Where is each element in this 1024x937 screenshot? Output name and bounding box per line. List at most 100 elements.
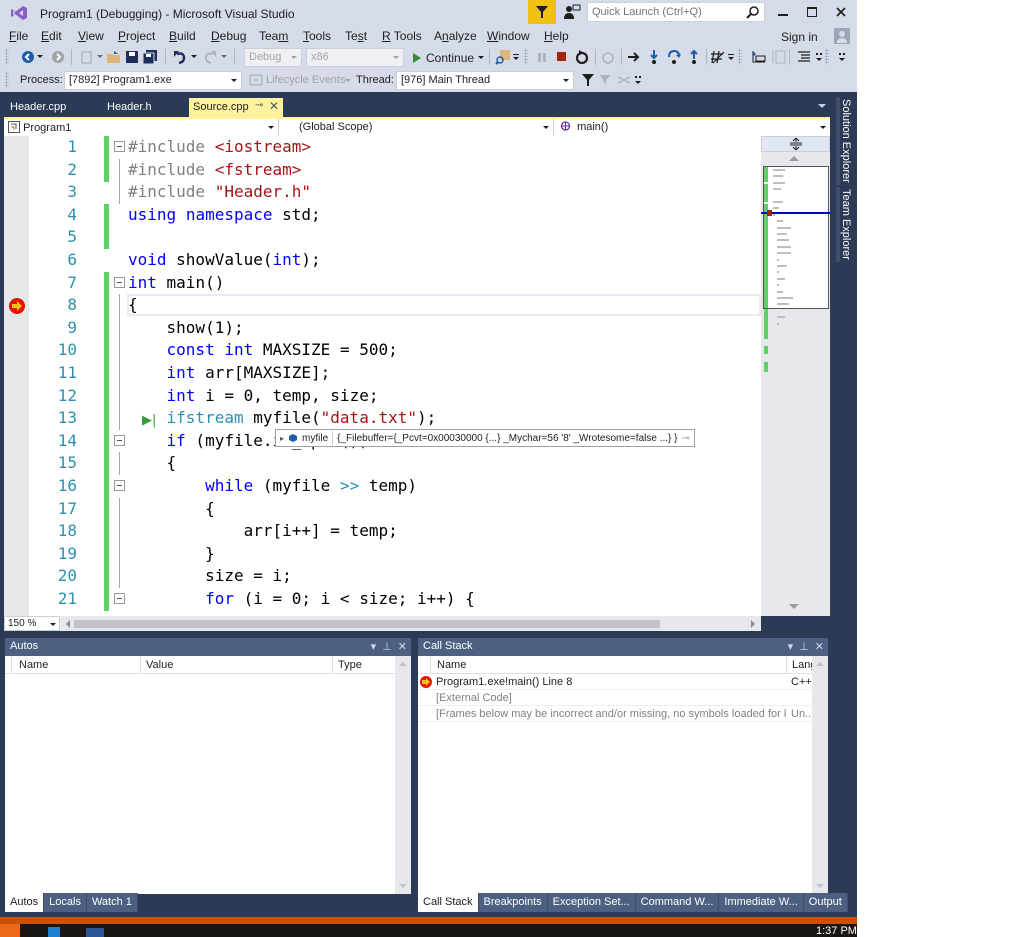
sign-in-link[interactable]: Sign in	[781, 30, 818, 44]
scroll-down-arrow-icon[interactable]	[816, 884, 824, 888]
continue-button[interactable]: Continue	[412, 49, 485, 66]
menu-r-tools[interactable]: R Tools	[382, 29, 422, 43]
start-button[interactable]	[0, 924, 20, 937]
code-text[interactable]: using namespace std;	[128, 204, 321, 226]
taskbar-app-icon[interactable]	[86, 928, 104, 937]
apply-code-changes-icon[interactable]	[600, 49, 616, 65]
project-dropdown[interactable]: Program1	[4, 119, 279, 136]
code-text[interactable]: int arr[MAXSIZE];	[128, 362, 331, 384]
redo-dropdown-icon[interactable]	[220, 49, 228, 65]
code-line[interactable]: 9 show(1);	[4, 316, 761, 340]
code-text[interactable]: arr[i++] = temp;	[128, 520, 398, 542]
toolbar-overflow-icon[interactable]	[634, 72, 642, 88]
menu-build[interactable]: Build	[169, 29, 196, 43]
save-icon[interactable]	[124, 49, 140, 65]
hex-display-icon[interactable]	[710, 49, 726, 65]
toolbar-grip[interactable]	[5, 49, 9, 65]
tab-command-window[interactable]: Command W...	[635, 893, 720, 912]
show-call-stack-icon[interactable]	[616, 72, 632, 88]
tab-header-cpp[interactable]: Header.cpp	[0, 98, 96, 117]
menu-analyze[interactable]: Analyze	[434, 29, 477, 43]
solution-explorer-tab[interactable]: Solution Explorer	[836, 97, 852, 185]
team-explorer-tab[interactable]: Team Explorer	[836, 187, 852, 262]
code-line[interactable]: 13 ▶| ifstream myfile("data.txt");	[4, 407, 761, 431]
code-line[interactable]: 17 {	[4, 497, 761, 521]
member-dropdown[interactable]: main()	[556, 119, 830, 136]
close-window-icon[interactable]: ✕	[815, 640, 824, 653]
window-position-dropdown-icon[interactable]: ▾	[788, 640, 794, 653]
code-text[interactable]: int main()	[128, 272, 224, 294]
code-text[interactable]: size = i;	[128, 565, 292, 587]
code-text[interactable]: #include <iostream>	[128, 136, 311, 158]
solution-platform-dropdown[interactable]: x86	[306, 48, 404, 67]
code-text[interactable]: #include <fstream>	[128, 159, 301, 181]
call-stack-row[interactable]: Program1.exe!main() Line 8 C++	[418, 675, 812, 690]
toolbar-grip[interactable]	[5, 72, 9, 88]
code-line[interactable]: 19 }	[4, 542, 761, 566]
call-stack-row[interactable]: [Frames below may be incorrect and/or mi…	[418, 707, 814, 722]
pin-icon[interactable]: ⊥	[799, 640, 809, 653]
map-scrollbar[interactable]	[761, 136, 830, 616]
taskbar-app-icon[interactable]	[48, 927, 60, 937]
scroll-up-arrow-icon[interactable]	[399, 662, 407, 666]
code-text[interactable]: while (myfile >> temp)	[128, 475, 417, 497]
pin-icon[interactable]: ⊥	[382, 640, 392, 653]
quick-launch-box[interactable]	[587, 2, 765, 22]
show-next-statement-icon[interactable]	[626, 49, 642, 65]
tab-header-h[interactable]: Header.h	[97, 98, 187, 117]
code-text[interactable]: int i = 0, temp, size;	[128, 385, 379, 407]
code-line[interactable]: 20 size = i;	[4, 565, 761, 589]
code-text[interactable]: {	[128, 452, 177, 474]
horizontal-scroll-thumb[interactable]	[74, 620, 660, 628]
menu-team[interactable]: Team	[259, 29, 288, 43]
toolbar-grip[interactable]	[524, 49, 528, 65]
set-next-statement-icon[interactable]	[751, 49, 767, 65]
scope-dropdown[interactable]: (Global Scope)	[281, 119, 554, 136]
code-line[interactable]: 3 #include "Header.h"	[4, 181, 761, 204]
collapse-region-icon[interactable]	[114, 593, 125, 604]
code-text[interactable]: }	[128, 543, 215, 565]
code-line[interactable]: 21 for (i = 0; i < size; i++) {	[4, 588, 761, 611]
menu-test[interactable]: Test	[345, 29, 367, 43]
collapse-region-icon[interactable]	[114, 276, 125, 288]
column-name[interactable]: Name	[437, 659, 466, 671]
code-text[interactable]: void showValue(int);	[128, 249, 321, 271]
collapse-region-icon[interactable]	[114, 434, 125, 446]
solution-configuration-dropdown[interactable]: Debug	[244, 48, 302, 67]
code-line[interactable]: 1 #include <iostream>	[4, 136, 761, 159]
collapse-region-icon[interactable]	[114, 480, 125, 491]
save-all-icon[interactable]	[142, 49, 158, 65]
step-over-icon[interactable]	[666, 49, 682, 65]
code-text[interactable]: for (i = 0; i < size; i++) {	[128, 588, 475, 610]
datatip[interactable]: ▸ myfile {_Filebuffer={_Pcvt=0x00030000 …	[275, 429, 695, 447]
lifecycle-events-label[interactable]: Lifecycle Events	[266, 74, 345, 86]
menu-debug[interactable]: Debug	[211, 29, 246, 43]
filter-icon[interactable]	[580, 72, 596, 88]
scroll-right-arrow-icon[interactable]	[751, 620, 755, 628]
lifecycle-events-icon[interactable]	[248, 72, 264, 88]
thread-dropdown[interactable]: [976] Main Thread	[396, 71, 574, 90]
collapse-region-icon[interactable]	[114, 141, 125, 152]
code-line[interactable]: 15 {	[4, 452, 761, 476]
code-text[interactable]: #include "Header.h"	[128, 181, 311, 203]
call-stack-row[interactable]: [External Code]	[418, 691, 812, 706]
step-out-icon[interactable]	[686, 49, 702, 65]
format-document-icon[interactable]	[796, 49, 812, 65]
close-button[interactable]	[826, 2, 856, 22]
menu-project[interactable]: Project	[118, 29, 155, 43]
scroll-left-arrow-icon[interactable]	[66, 620, 70, 628]
scroll-up-arrow-icon[interactable]	[816, 662, 824, 666]
column-value[interactable]: Value	[146, 659, 173, 671]
code-line[interactable]: 4 using namespace std;	[4, 203, 761, 227]
open-file-icon[interactable]	[106, 49, 122, 65]
process-dropdown[interactable]: [7892] Program1.exe	[64, 71, 242, 90]
menu-file[interactable]: File	[9, 29, 28, 43]
minimize-button[interactable]	[768, 2, 798, 22]
column-type[interactable]: Type	[338, 659, 362, 671]
code-text[interactable]: {	[128, 294, 138, 316]
tab-immediate-window[interactable]: Immediate W...	[719, 893, 804, 912]
toolbar-grip[interactable]	[738, 49, 742, 65]
maximize-button[interactable]	[797, 2, 827, 22]
menu-edit[interactable]: Edit	[41, 29, 62, 43]
break-all-icon[interactable]	[534, 49, 550, 65]
